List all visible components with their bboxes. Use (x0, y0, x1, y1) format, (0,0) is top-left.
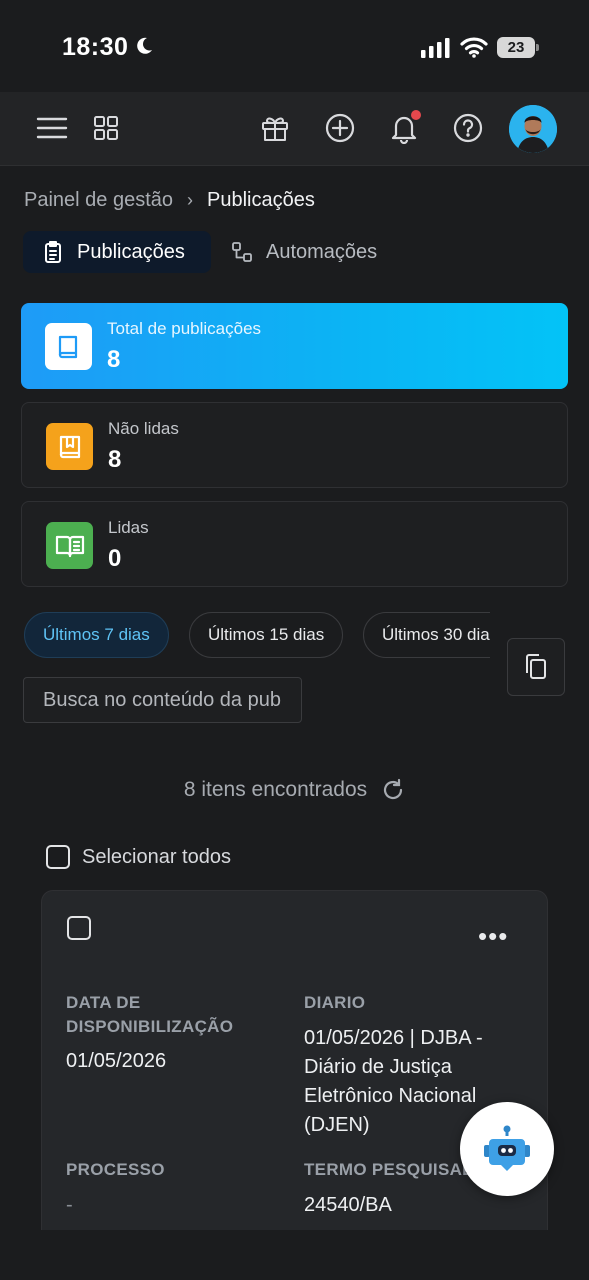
book-icon (45, 323, 92, 370)
grid-apps-icon[interactable] (88, 110, 124, 146)
open-book-icon (46, 522, 93, 569)
refresh-icon[interactable] (381, 778, 405, 802)
chatbot-button[interactable] (460, 1102, 554, 1196)
field-label-processo: PROCESSO (66, 1160, 165, 1179)
breadcrumb-current: Publicações (207, 188, 315, 211)
cellular-signal-icon (421, 38, 450, 58)
moon-icon (137, 37, 152, 54)
bottom-area (0, 1230, 589, 1280)
field-label-diario: DIARIO (304, 993, 366, 1012)
stat-card-total[interactable]: Total de publicações 8 (21, 303, 568, 389)
stat-value: 8 (107, 346, 121, 373)
chip-ultimos-30-dias[interactable]: Últimos 30 dias (363, 612, 490, 658)
select-all[interactable]: Selecionar todos (46, 845, 231, 869)
breadcrumb-parent-link[interactable]: Painel de gestão (24, 189, 173, 212)
stat-card-nao-lidas[interactable]: Não lidas 8 (21, 402, 568, 488)
workflow-icon (232, 242, 252, 262)
stat-label: Lidas (108, 518, 149, 537)
add-circle-icon[interactable] (322, 110, 358, 146)
field-label-data: DATA DE DISPONIBILIZAÇÃO (66, 993, 234, 1036)
gift-icon[interactable] (257, 110, 293, 146)
chip-ultimos-15-dias[interactable]: Últimos 15 dias (189, 612, 344, 658)
status-time: 18:30 (62, 33, 129, 61)
battery-level: 23 (507, 39, 525, 56)
help-icon[interactable] (450, 110, 486, 146)
publication-checkbox[interactable] (67, 916, 91, 940)
bookmark-book-icon (46, 423, 93, 470)
notifications-bell-icon[interactable] (386, 110, 422, 146)
field-value-data: 01/05/2026 (66, 1050, 167, 1072)
tab-publicacoes[interactable]: Publicações (23, 231, 211, 273)
date-filter-chips: Últimos 7 dias Últimos 15 dias Últimos 3… (23, 612, 490, 660)
select-all-label: Selecionar todos (82, 845, 231, 868)
app-header (0, 92, 589, 166)
more-options-icon[interactable]: ••• (478, 923, 508, 955)
stat-label: Não lidas (108, 419, 179, 438)
field-value-termo: 24540/BA (304, 1194, 392, 1216)
battery-indicator: 23 (497, 37, 539, 59)
tab-automacoes[interactable]: Automações (228, 231, 408, 273)
copy-button[interactable] (507, 638, 565, 696)
menu-icon[interactable] (34, 110, 70, 146)
chip-ultimos-7-dias[interactable]: Últimos 7 dias (24, 612, 169, 658)
robot-icon (484, 1125, 530, 1171)
results-count: 8 itens encontrados (0, 778, 589, 802)
notification-dot (411, 110, 421, 120)
stat-value: 8 (108, 446, 122, 473)
breadcrumb-separator: › (187, 189, 194, 210)
wifi-icon (460, 37, 488, 58)
search-input[interactable] (23, 677, 302, 723)
tab-label: Publicações (77, 240, 185, 263)
user-avatar[interactable] (509, 105, 557, 153)
clipboard-list-icon (45, 241, 61, 263)
stat-value: 0 (108, 545, 122, 572)
results-text: 8 itens encontrados (183, 778, 368, 801)
status-bar: 18:30 23 (0, 0, 589, 92)
select-all-checkbox[interactable] (46, 845, 70, 869)
field-value-processo: - (66, 1194, 73, 1216)
tab-label: Automações (266, 240, 378, 263)
breadcrumb: Painel de gestão › Publicações (24, 188, 315, 212)
copy-icon (526, 654, 546, 679)
stat-label: Total de publicações (107, 319, 262, 338)
stat-card-lidas[interactable]: Lidas 0 (21, 501, 568, 587)
